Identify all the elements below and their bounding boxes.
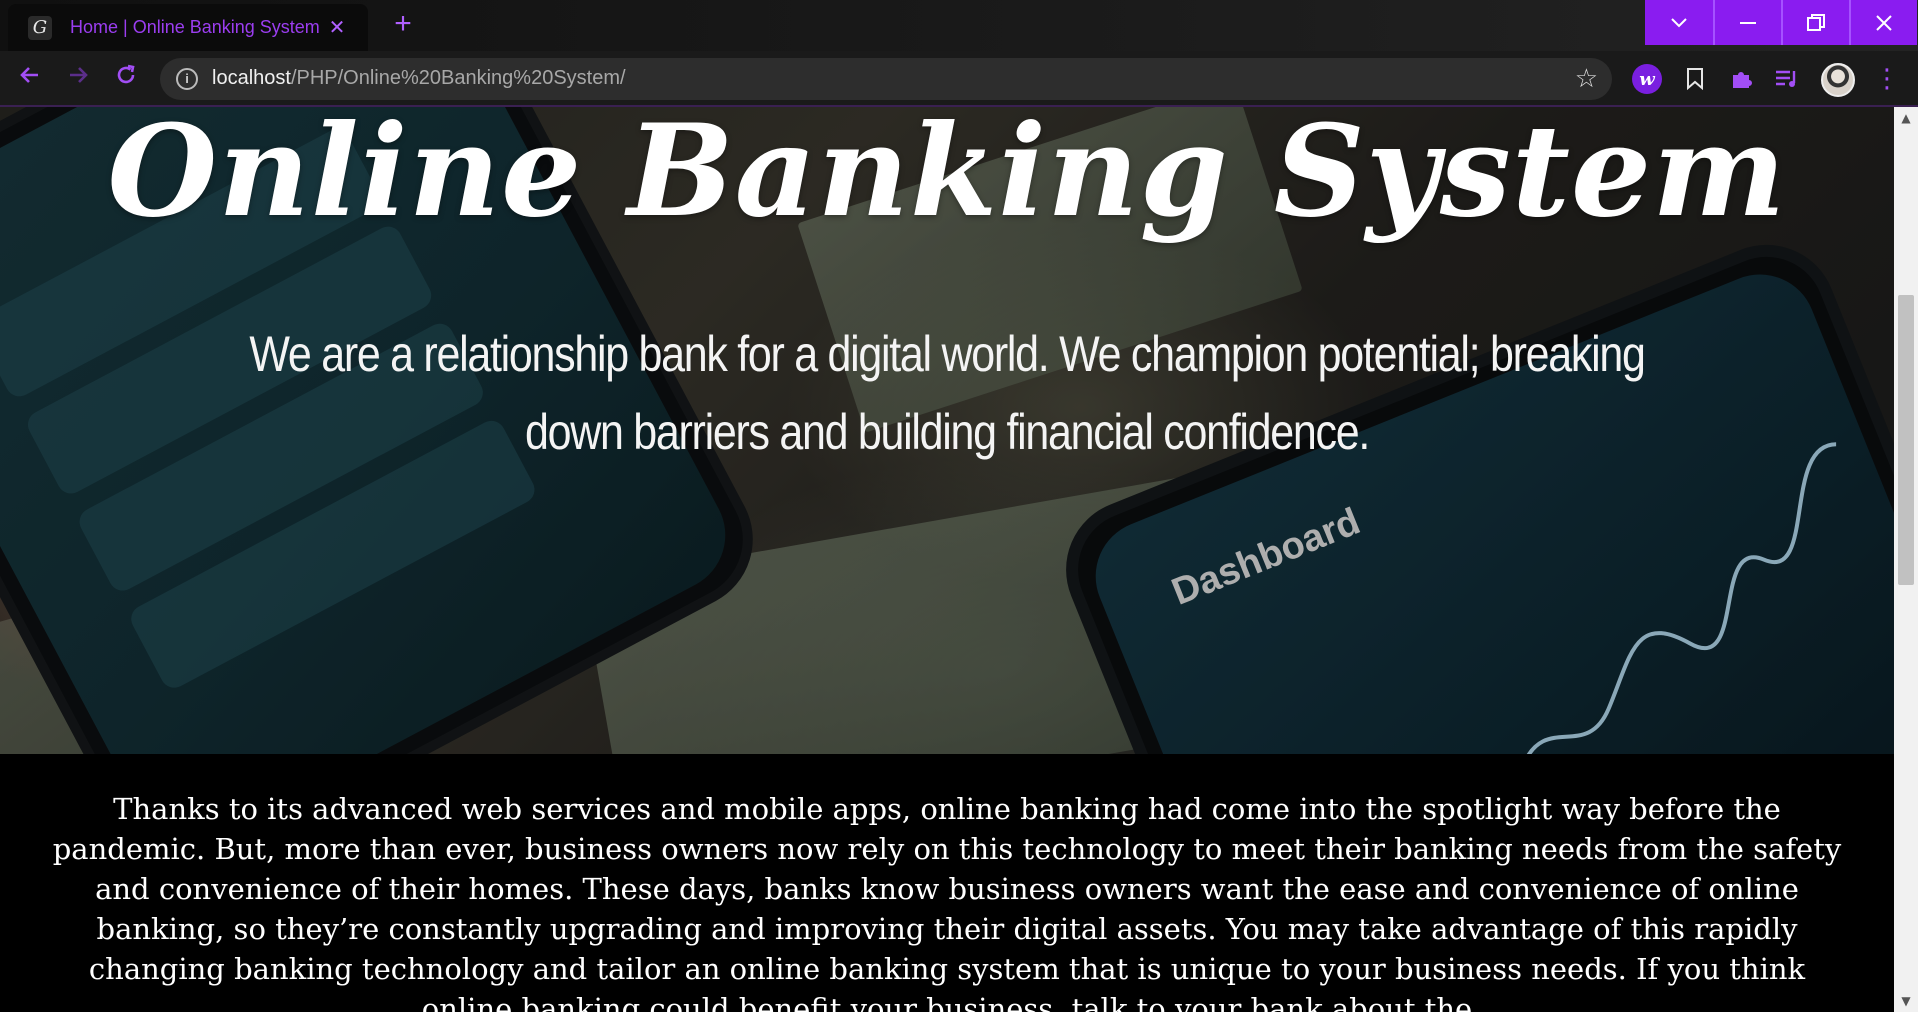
intro-paragraph: Thanks to its advanced web services and …: [52, 792, 1842, 1012]
page-scrollbar[interactable]: ▲ ▼: [1894, 107, 1918, 1012]
forward-button[interactable]: [62, 63, 94, 95]
media-queue-icon[interactable]: [1772, 64, 1802, 94]
reload-button[interactable]: [110, 63, 142, 95]
restore-button[interactable]: [1781, 0, 1849, 45]
reload-icon: [117, 64, 135, 84]
url-text[interactable]: localhost/PHP/Online%20Banking%20System/: [212, 67, 626, 90]
close-icon: [1876, 14, 1892, 31]
browser-titlebar: G Home | Online Banking System ✕ +: [0, 0, 1918, 51]
scroll-thumb[interactable]: [1898, 295, 1914, 585]
tab-title: Home | Online Banking System: [70, 17, 320, 37]
page-viewport: Dashboard Online Banking System We are a…: [0, 107, 1894, 1012]
restore-icon: [1807, 13, 1825, 31]
arrow-left-icon: [20, 67, 38, 83]
close-tab-icon[interactable]: ✕: [324, 14, 350, 40]
hero-tagline: We are a relationship bank for a digital…: [249, 326, 1645, 460]
arrow-right-icon: [70, 67, 88, 83]
star-icon[interactable]: ☆: [1575, 64, 1598, 94]
site-favicon-icon: G: [28, 15, 52, 40]
info-icon[interactable]: i: [176, 68, 198, 90]
address-bar[interactable]: i localhost/PHP/Online%20Banking%20Syste…: [160, 58, 1612, 100]
profile-avatar[interactable]: [1821, 63, 1855, 97]
minimize-button[interactable]: [1713, 0, 1781, 45]
browser-menu-icon[interactable]: ⋮: [1874, 61, 1900, 97]
browser-toolbar: i localhost/PHP/Online%20Banking%20Syste…: [0, 51, 1918, 107]
scroll-down-icon[interactable]: ▼: [1894, 990, 1918, 1012]
extension-w-icon[interactable]: w: [1632, 64, 1662, 94]
extensions-puzzle-icon[interactable]: [1726, 64, 1756, 94]
bookmark-icon[interactable]: [1680, 64, 1710, 94]
minimize-icon: [1740, 21, 1756, 24]
chevron-down-icon: [1671, 17, 1687, 27]
close-window-button[interactable]: [1849, 0, 1917, 45]
hero-title: Online Banking System: [107, 107, 1787, 245]
tab-search-button[interactable]: [1645, 0, 1713, 45]
new-tab-button[interactable]: +: [388, 9, 418, 40]
hero-banner: Dashboard Online Banking System We are a…: [0, 107, 1894, 754]
scroll-up-icon[interactable]: ▲: [1894, 107, 1918, 129]
browser-tab-active[interactable]: G Home | Online Banking System ✕: [8, 4, 368, 51]
back-button[interactable]: [14, 63, 46, 95]
